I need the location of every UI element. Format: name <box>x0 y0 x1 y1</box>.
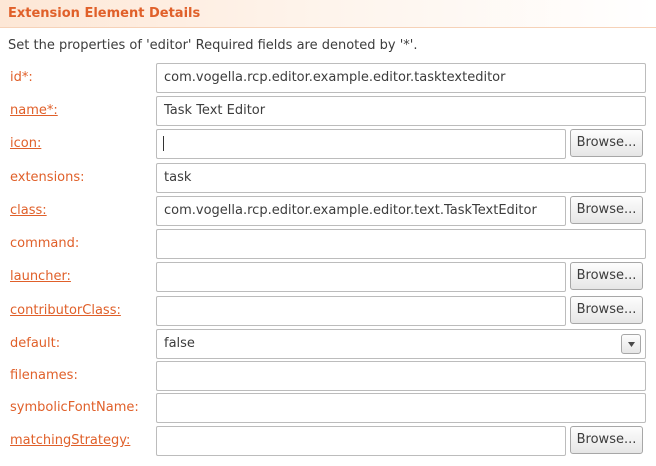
class-field[interactable]: com.vogella.rcp.editor.example.editor.te… <box>156 196 566 226</box>
row-command: command: <box>0 228 656 260</box>
filenames-field[interactable] <box>156 361 646 391</box>
symbolic-font-name-field[interactable] <box>156 393 646 423</box>
class-link[interactable]: class: <box>10 203 47 218</box>
default-label: default: <box>10 336 61 351</box>
row-name: name*: Task Text Editor <box>0 95 656 127</box>
row-contributor-class: contributorClass: Browse... <box>0 295 656 327</box>
command-field[interactable] <box>156 229 646 259</box>
row-filenames: filenames: <box>0 360 656 392</box>
launcher-field[interactable] <box>156 262 566 292</box>
row-id: id*: com.vogella.rcp.editor.example.edit… <box>0 62 656 94</box>
icon-browse-button[interactable]: Browse... <box>570 129 643 157</box>
id-label: id*: <box>10 70 33 85</box>
contributor-class-browse-button[interactable]: Browse... <box>570 296 643 324</box>
section-description: Set the properties of 'editor' Required … <box>8 38 418 53</box>
icon-field[interactable] <box>156 129 566 159</box>
dropdown-button[interactable] <box>621 334 641 354</box>
row-class: class: com.vogella.rcp.editor.example.ed… <box>0 195 656 227</box>
row-matching-strategy: matchingStrategy: Browse... <box>0 425 656 457</box>
section-title: Extension Element Details <box>8 6 201 21</box>
class-browse-button[interactable]: Browse... <box>570 196 643 224</box>
icon-link[interactable]: icon: <box>10 136 41 151</box>
extensions-label: extensions: <box>10 170 85 185</box>
contributor-class-field[interactable] <box>156 296 566 326</box>
text-cursor <box>163 136 164 151</box>
contributor-class-link[interactable]: contributorClass: <box>10 303 121 318</box>
section-header: Extension Element Details <box>0 0 656 28</box>
matching-strategy-link[interactable]: matchingStrategy: <box>10 433 130 448</box>
row-default: default: false <box>0 328 656 360</box>
extensions-field[interactable]: task <box>156 163 646 193</box>
launcher-browse-button[interactable]: Browse... <box>570 262 643 290</box>
filenames-label: filenames: <box>10 368 78 383</box>
matching-strategy-browse-button[interactable]: Browse... <box>570 426 643 454</box>
default-select[interactable]: false <box>156 329 646 359</box>
launcher-link[interactable]: launcher: <box>10 269 71 284</box>
default-select-value: false <box>164 336 195 351</box>
row-symbolic-font-name: symbolicFontName: <box>0 392 656 424</box>
row-icon: icon: Browse... <box>0 128 656 160</box>
command-label: command: <box>10 236 80 251</box>
chevron-down-icon <box>628 342 635 347</box>
matching-strategy-field[interactable] <box>156 426 566 456</box>
row-extensions: extensions: task <box>0 162 656 194</box>
name-link[interactable]: name*: <box>10 103 58 118</box>
row-launcher: launcher: Browse... <box>0 261 656 293</box>
id-field[interactable]: com.vogella.rcp.editor.example.editor.ta… <box>156 63 646 93</box>
name-field[interactable]: Task Text Editor <box>156 96 646 126</box>
symbolic-font-name-label: symbolicFontName: <box>10 400 139 415</box>
